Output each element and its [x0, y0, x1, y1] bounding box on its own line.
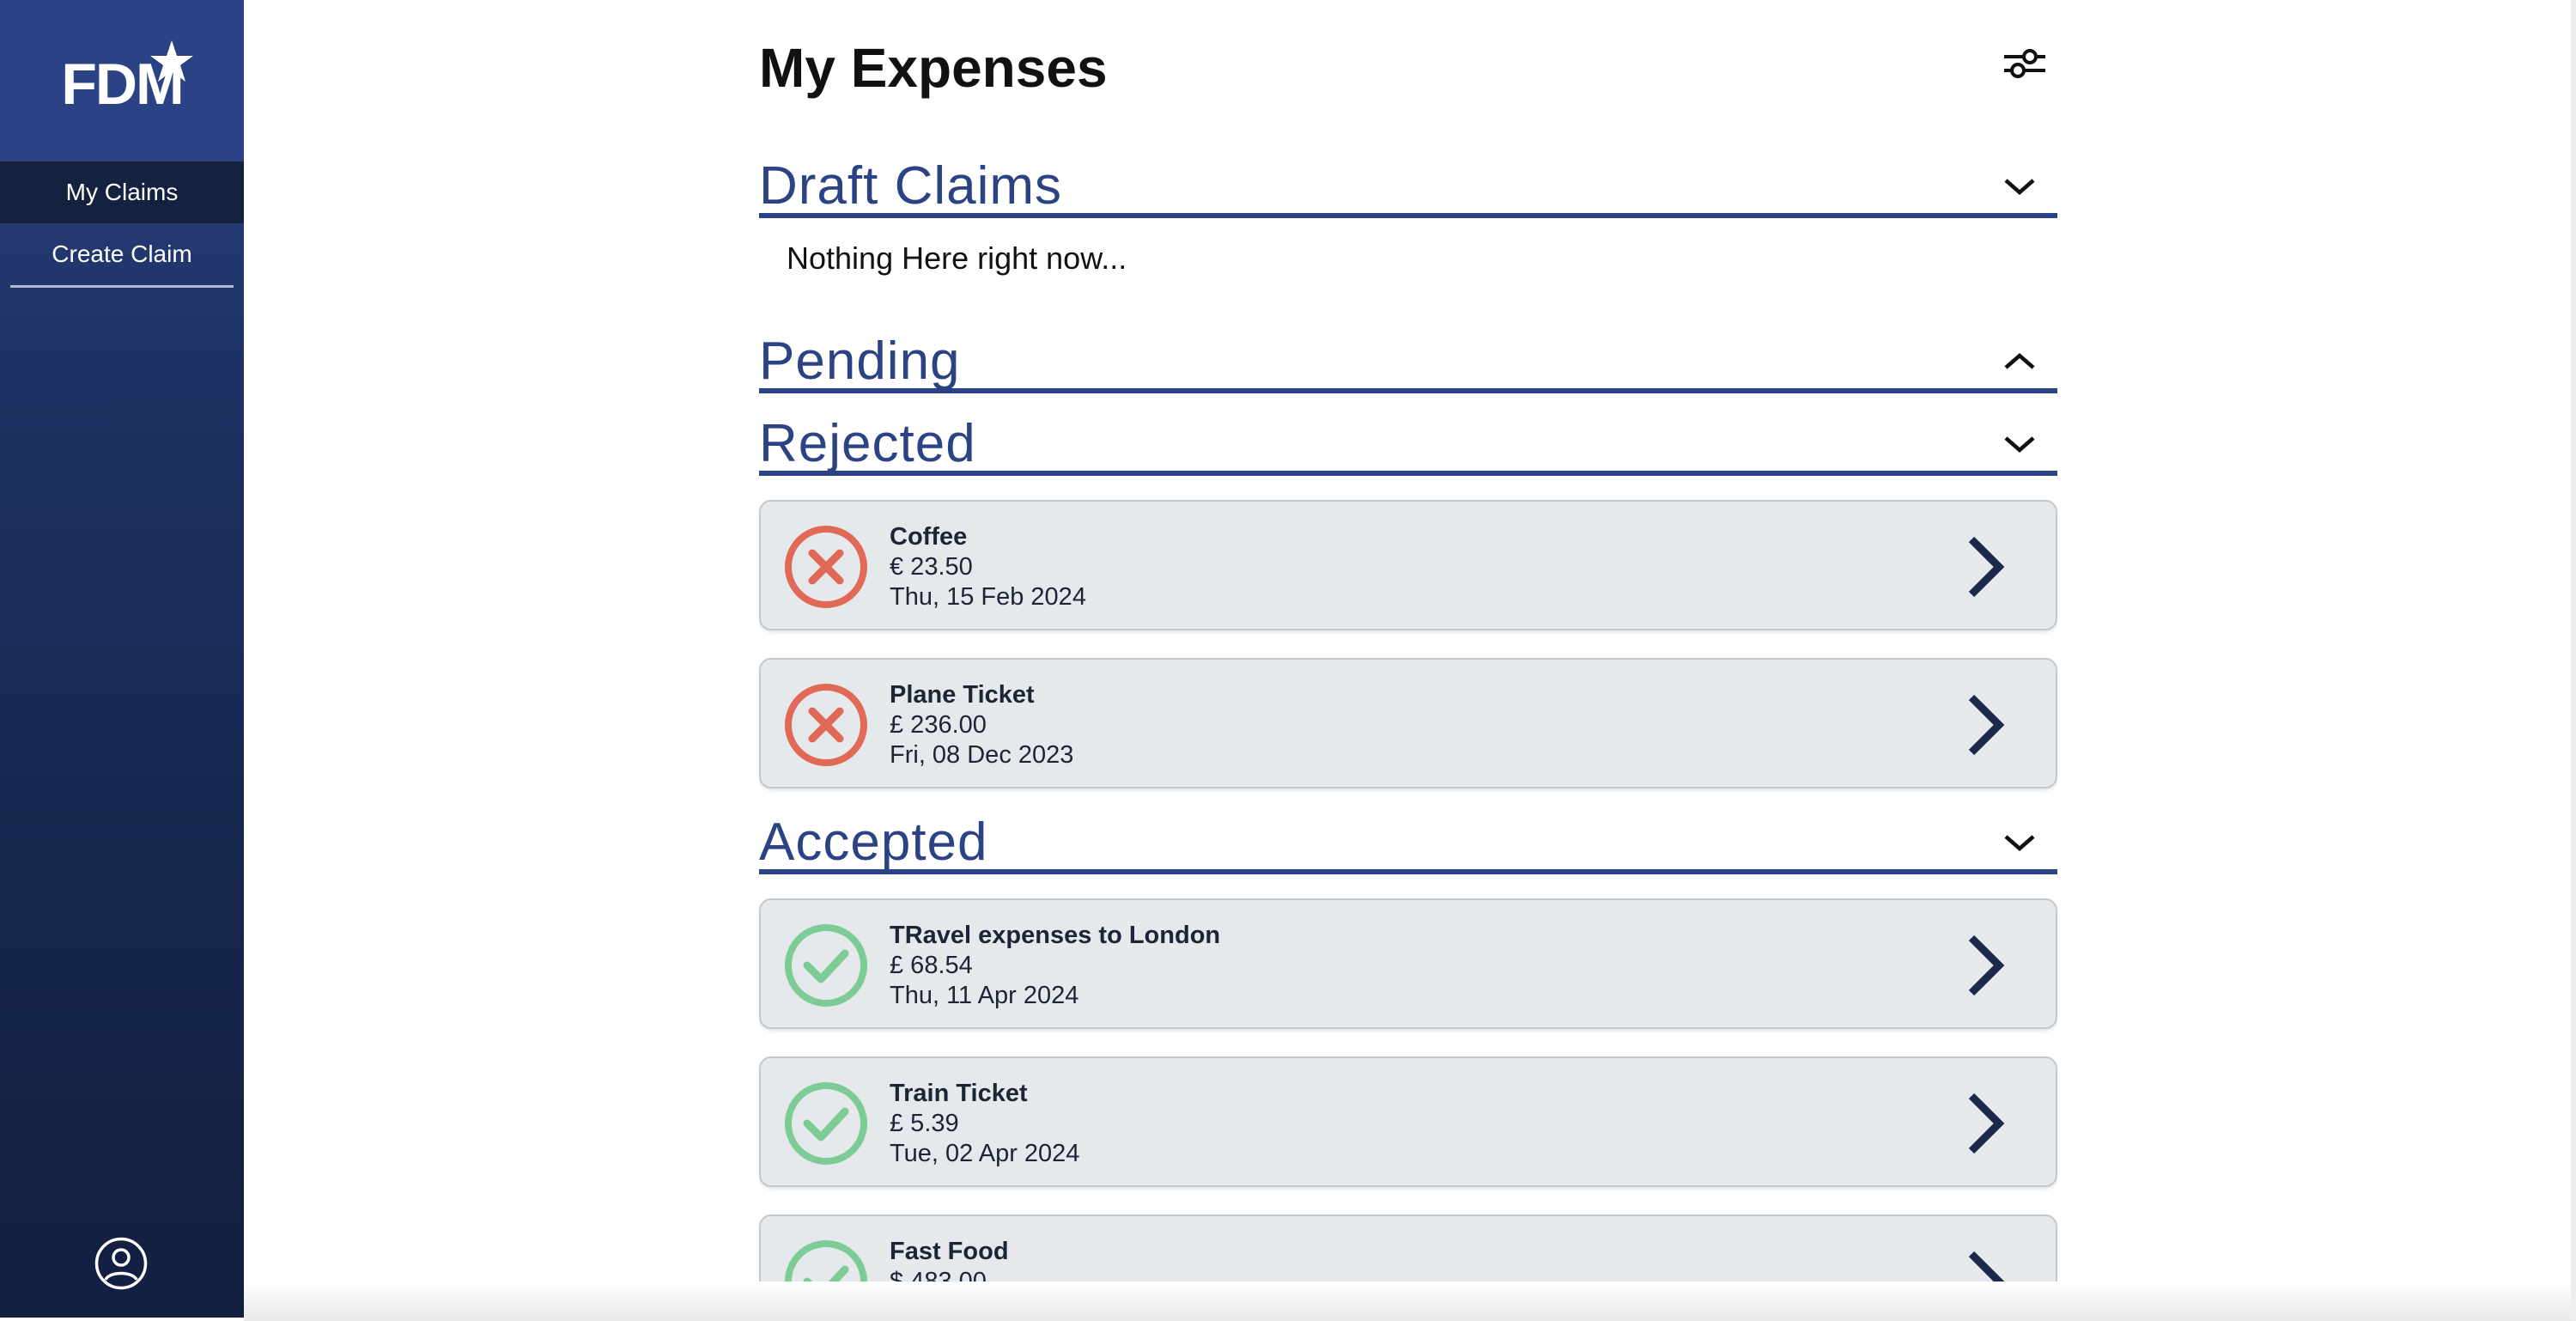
claim-details: Plane Ticket £ 236.00 Fri, 08 Dec 2023 — [890, 680, 1073, 770]
sidebar-item-label: My Claims — [65, 179, 179, 205]
chevron-right-icon — [1968, 1251, 2005, 1281]
rejected-x-icon — [785, 684, 867, 766]
accepted-check-icon — [785, 1240, 867, 1281]
claim-card[interactable]: Coffee € 23.50 Thu, 15 Feb 2024 — [759, 500, 2057, 630]
claim-amount: $ 483.00 — [890, 1268, 987, 1281]
section-title: Pending — [759, 332, 961, 391]
sidebar-divider — [10, 285, 234, 288]
claim-date: Thu, 15 Feb 2024 — [890, 583, 1086, 611]
claim-details: Train Ticket £ 5.39 Tue, 02 Apr 2024 — [890, 1079, 1079, 1169]
claim-card[interactable]: Fast Food $ 483.00 — [759, 1214, 2057, 1281]
claim-name: Coffee — [890, 523, 968, 551]
claim-name: Fast Food — [890, 1238, 1009, 1265]
page-title: My Expenses — [759, 37, 1108, 99]
claim-card[interactable]: Train Ticket £ 5.39 Tue, 02 Apr 2024 — [759, 1056, 2057, 1187]
chevron-down-icon — [2004, 179, 2035, 195]
sidebar-item-my-claims[interactable]: My Claims — [0, 161, 244, 223]
claim-amount: £ 236.00 — [890, 711, 987, 739]
accepted-check-icon — [785, 924, 867, 1007]
chevron-right-icon — [1968, 536, 2005, 598]
section-title: Draft Claims — [759, 156, 1063, 216]
sidebar: FDM My Claims Create Claim — [0, 0, 244, 1318]
sidebar-item-label: Create Claim — [52, 240, 192, 267]
chevron-down-icon — [2004, 835, 2035, 851]
claim-amount: £ 68.54 — [890, 952, 973, 979]
sidebar-item-create-claim[interactable]: Create Claim — [0, 223, 244, 285]
claim-card[interactable]: TRavel expenses to London £ 68.54 Thu, 1… — [759, 898, 2057, 1029]
chevron-right-icon — [1968, 934, 2005, 996]
chevron-right-icon — [1968, 694, 2005, 756]
claim-name: Train Ticket — [890, 1080, 1028, 1107]
claim-date: Fri, 08 Dec 2023 — [890, 741, 1074, 769]
claim-details: Coffee € 23.50 Thu, 15 Feb 2024 — [890, 522, 1086, 612]
chevron-up-icon — [2004, 353, 2035, 369]
fdm-logo: FDM — [0, 0, 244, 161]
section-rejected[interactable]: Rejected — [759, 412, 2057, 476]
claim-name: TRavel expenses to London — [890, 922, 1221, 949]
claim-date: Tue, 02 Apr 2024 — [890, 1140, 1080, 1167]
section-title: Accepted — [759, 813, 988, 872]
accepted-check-icon — [785, 1082, 867, 1165]
claim-amount: € 23.50 — [890, 553, 973, 581]
logo-star-icon — [150, 40, 193, 82]
claim-details: TRavel expenses to London £ 68.54 Thu, 1… — [890, 921, 1220, 1011]
rejected-x-icon — [785, 526, 867, 608]
sliders-icon[interactable] — [2001, 45, 2049, 91]
empty-state-text: Nothing Here right now... — [787, 240, 1127, 276]
user-circle-icon[interactable] — [94, 1237, 148, 1290]
section-title: Rejected — [759, 414, 976, 473]
claim-card[interactable]: Plane Ticket £ 236.00 Fri, 08 Dec 2023 — [759, 658, 2057, 788]
claim-name: Plane Ticket — [890, 681, 1035, 709]
scrollbar[interactable] — [2571, 0, 2576, 1321]
chevron-right-icon — [1968, 1093, 2005, 1154]
chevron-down-icon — [2004, 436, 2035, 453]
main-content: My Expenses Draft Claims Nothing Here ri… — [759, 0, 2057, 1281]
section-accepted[interactable]: Accepted — [759, 811, 2057, 874]
section-pending[interactable]: Pending — [759, 330, 2057, 393]
claim-details: Fast Food $ 483.00 — [890, 1237, 1009, 1281]
claim-date: Thu, 11 Apr 2024 — [890, 982, 1079, 1009]
claim-amount: £ 5.39 — [890, 1110, 959, 1137]
section-draft-claims[interactable]: Draft Claims — [759, 155, 2057, 218]
bottom-fade — [244, 1281, 2576, 1321]
